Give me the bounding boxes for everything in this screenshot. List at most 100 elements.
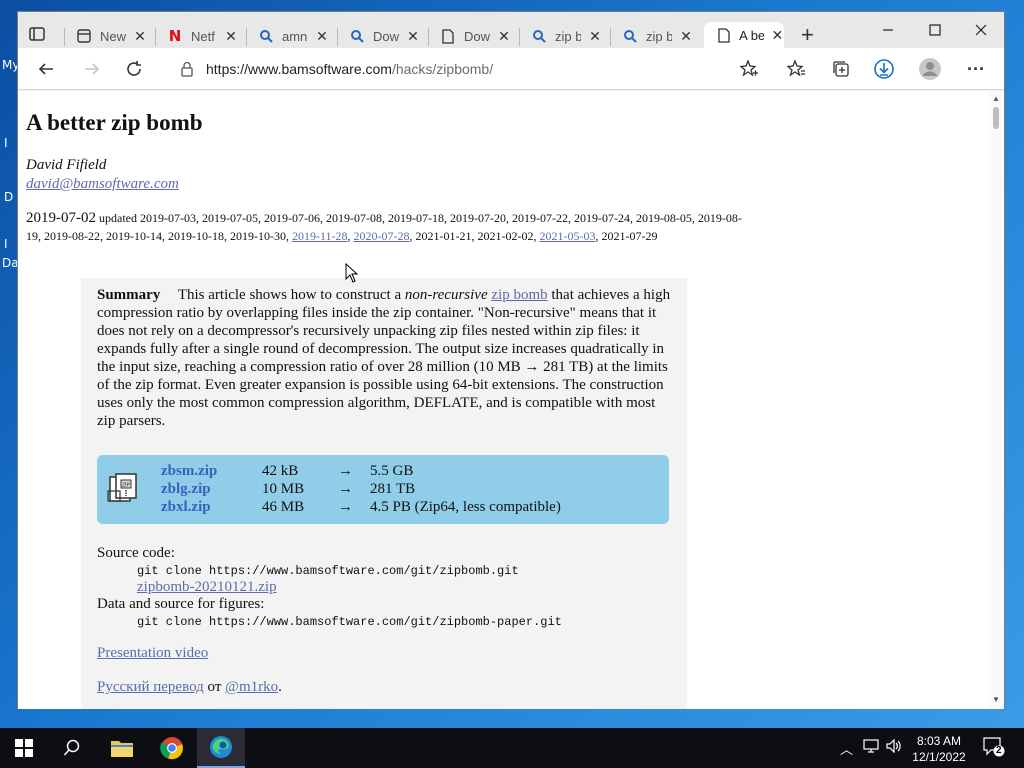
search-button[interactable]	[48, 728, 96, 768]
updated-date-link[interactable]: 2019-11-28	[292, 229, 348, 243]
presentation-video-paragraph: Presentation video	[97, 645, 208, 662]
dates-paragraph: 2019-07-02 updated 2019-07-03, 2019-07-0…	[26, 210, 742, 243]
close-icon[interactable]: ✕	[224, 28, 238, 45]
file-expanded-size: 5.5 GB	[370, 463, 414, 479]
close-icon[interactable]: ✕	[679, 28, 693, 45]
refresh-button[interactable]	[122, 57, 146, 81]
search-icon	[622, 28, 638, 44]
more-options-icon[interactable]: ···	[964, 57, 988, 81]
search-icon	[349, 28, 365, 44]
notification-count: 2	[996, 745, 1002, 756]
arrow: →	[338, 481, 353, 497]
updated-date-link[interactable]: 2020-07-28	[354, 229, 410, 243]
url-text[interactable]: https://www.bamsoftware.com/hacks/zipbom…	[206, 61, 493, 77]
scroll-up-icon[interactable]: ▲	[992, 94, 1000, 103]
tab-label: zip b	[646, 28, 672, 44]
summary-text: This article shows how to construct a	[177, 287, 402, 303]
new-tab-button[interactable]: +	[801, 24, 814, 46]
close-icon[interactable]: ✕	[771, 27, 784, 44]
publish-date: 2019-07-02	[26, 210, 96, 226]
file-link[interactable]: zblg.zip	[161, 481, 262, 499]
chevron-up-icon[interactable]: ︿	[840, 739, 853, 758]
tab-label: zip b	[555, 28, 581, 44]
vertical-scrollbar[interactable]: ▲ ▼	[988, 91, 1004, 709]
arrow: →	[338, 463, 353, 479]
notifications-icon[interactable]: 2	[983, 737, 1005, 760]
close-icon[interactable]: ✕	[133, 28, 147, 45]
add-favorite-icon[interactable]	[739, 59, 759, 84]
scroll-thumb[interactable]	[993, 107, 999, 129]
desktop-icon-label[interactable]: D	[4, 190, 13, 204]
tab-search-dow[interactable]: Dow ✕	[349, 24, 420, 48]
downloads-icon[interactable]	[872, 57, 896, 81]
profile-avatar[interactable]	[918, 57, 942, 81]
back-button[interactable]	[34, 57, 58, 81]
tab-actions-icon[interactable]	[28, 25, 48, 45]
tab-label: New	[100, 28, 126, 44]
maximize-button[interactable]	[923, 18, 947, 42]
updated-dates: 2021-07-29	[601, 229, 658, 243]
zip-bomb-link[interactable]: zip bomb	[491, 287, 547, 303]
tab-active[interactable]: A be ✕	[704, 22, 784, 48]
url-path: /hacks/zipbomb/	[391, 61, 494, 77]
presentation-video-link[interactable]: Presentation video	[97, 645, 208, 661]
url-host: https://www.bamsoftware.com	[206, 61, 392, 77]
translation-link[interactable]: Русский перевод	[97, 679, 204, 695]
author-email-link[interactable]: david@bamsoftware.com	[26, 176, 179, 193]
tab-strip: New ✕ N Netf ✕ amn ✕ Dow ✕ Dow ✕ zip b ✕…	[18, 12, 1004, 48]
volume-icon[interactable]	[886, 738, 902, 756]
close-icon[interactable]: ✕	[497, 28, 511, 45]
translation-end: .	[278, 679, 282, 695]
desktop-icon-label[interactable]: I	[4, 136, 8, 150]
search-icon	[258, 28, 274, 44]
file-link[interactable]: zbxl.zip	[161, 499, 262, 517]
tab-search-zip-1[interactable]: zip b ✕	[531, 24, 602, 48]
summary-text: that achieves a high compression ratio b…	[97, 287, 671, 429]
tab-search-amn[interactable]: amn ✕	[258, 24, 329, 48]
edge-button[interactable]	[197, 728, 245, 768]
file-expanded-size: 4.5 PB (Zip64, less compatible)	[370, 499, 561, 515]
file-row: zbxl.zip 46 MB → 4.5 PB (Zip64, less com…	[161, 499, 561, 517]
tab-netflix[interactable]: N Netf ✕	[167, 24, 238, 48]
close-icon[interactable]: ✕	[406, 28, 420, 45]
lock-icon[interactable]	[180, 61, 194, 82]
mouse-cursor-icon	[345, 263, 359, 283]
desktop-icon-label[interactable]: I	[4, 237, 8, 251]
close-icon[interactable]: ✕	[588, 28, 602, 45]
page-content: A better zip bomb David Fifield david@ba…	[18, 91, 988, 709]
updated-date-link[interactable]: 2021-05-03	[540, 229, 596, 243]
network-icon[interactable]	[863, 739, 879, 756]
chrome-button[interactable]	[148, 728, 196, 768]
forward-button[interactable]	[80, 57, 104, 81]
file-link[interactable]: zbsm.zip	[161, 463, 262, 481]
close-window-button[interactable]	[969, 18, 993, 42]
tab-search-zip-2[interactable]: zip b ✕	[622, 24, 693, 48]
clock-time: 8:03 AM	[916, 734, 962, 748]
zip-archive-icon: ZIP	[107, 471, 141, 505]
address-bar[interactable]: https://www.bamsoftware.com/hacks/zipbom…	[172, 54, 769, 84]
tab-new[interactable]: New ✕	[76, 24, 147, 48]
browser-toolbar: https://www.bamsoftware.com/hacks/zipbom…	[18, 48, 1004, 90]
file-explorer-button[interactable]	[98, 728, 146, 768]
translator-link[interactable]: @m1rko	[225, 679, 278, 695]
source-code-label: Source code:	[97, 545, 175, 561]
close-icon[interactable]: ✕	[315, 28, 329, 45]
minimize-button[interactable]	[876, 18, 900, 42]
start-button[interactable]	[0, 728, 48, 768]
system-clock[interactable]: 8:03 AM 12/1/2022	[908, 733, 970, 765]
updated-prefix: updated	[99, 211, 137, 225]
scroll-down-icon[interactable]: ▼	[992, 695, 1000, 704]
collections-icon[interactable]	[829, 57, 853, 81]
downloads-box: ZIP zbsm.zip 42 kB → 5.5 GB zblg.zip 10 …	[97, 455, 669, 524]
source-zip-link[interactable]: zipbomb-20210121.zip	[137, 579, 277, 596]
figures-clone-command: git clone https://www.bamsoftware.com/gi…	[137, 615, 562, 629]
edge-icon	[210, 736, 232, 758]
article-box: Summary This article shows how to constr…	[81, 278, 687, 709]
tab-label: Netf	[191, 28, 215, 44]
favorites-icon[interactable]	[784, 57, 808, 81]
svg-text:ZIP: ZIP	[122, 483, 130, 489]
chrome-icon	[160, 737, 183, 760]
tab-download[interactable]: Dow ✕	[440, 24, 511, 48]
document-icon	[440, 28, 456, 44]
translation-by: от	[207, 679, 222, 695]
